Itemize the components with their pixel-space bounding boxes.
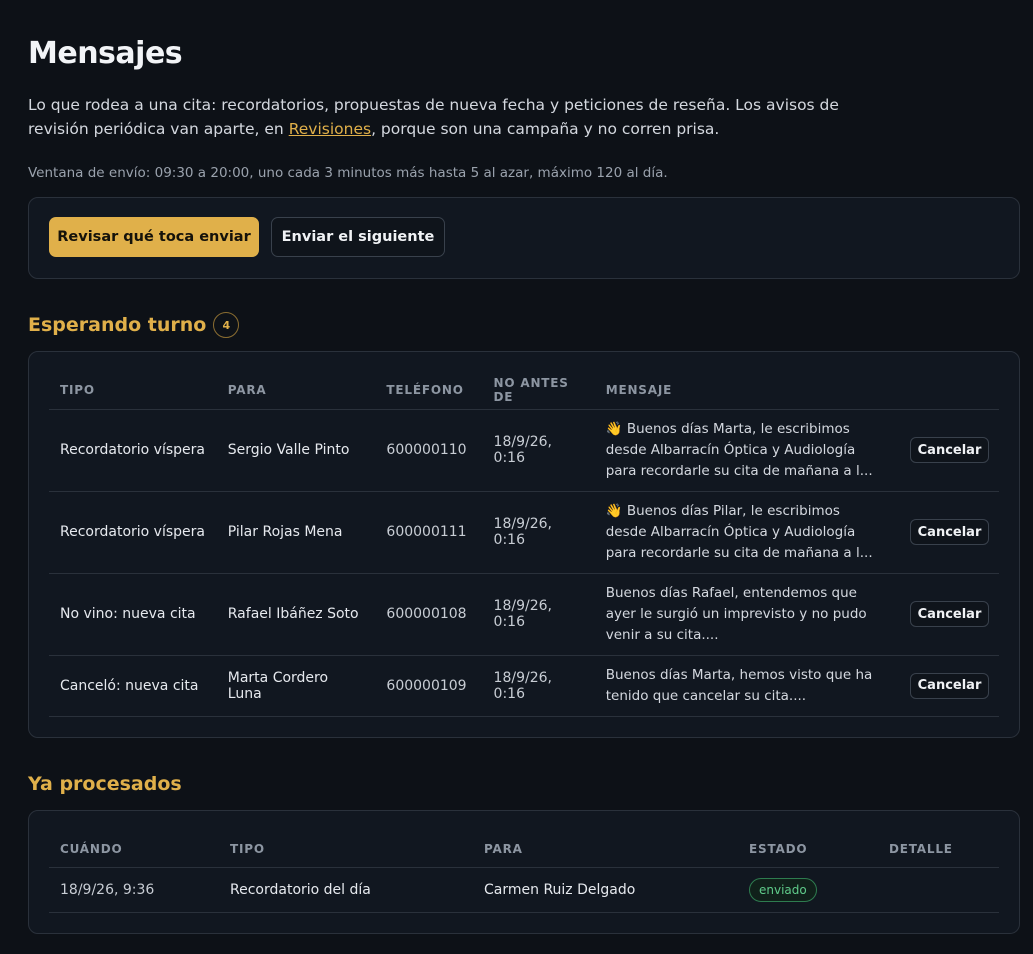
page-intro: Lo que rodea a una cita: recordatorios, … xyxy=(28,93,858,141)
row-action: Cancelar xyxy=(897,573,999,656)
queue-title-text: Esperando turno xyxy=(28,314,207,336)
page-title: Mensajes xyxy=(28,36,183,71)
row-fecha: 18/9/26, 0:16 xyxy=(482,409,595,492)
col-mensaje: MENSAJE xyxy=(594,372,898,410)
col-tipo: TIPO xyxy=(49,372,217,410)
cancel-button[interactable]: Cancelar xyxy=(910,437,989,463)
queue-row: No vino: nueva cita Rafael Ibáñez Soto 6… xyxy=(49,573,999,656)
queue-count-badge: 4 xyxy=(213,312,240,338)
processed-card: CUÁNDO TIPO PARA ESTADO DETALLE 18/9/26,… xyxy=(28,809,1020,934)
col-telefono: TELÉFONO xyxy=(375,372,483,410)
row-tipo: Recordatorio víspera xyxy=(49,491,217,574)
row-mensaje: Buenos días Marta, hemos visto que ha te… xyxy=(594,655,898,717)
row-fecha: 18/9/26, 0:16 xyxy=(482,573,595,656)
row-para: Carmen Ruiz Delgado xyxy=(473,867,738,913)
row-cuando: 18/9/26, 9:36 xyxy=(49,867,219,913)
actions-card: Revisar qué toca enviar Enviar el siguie… xyxy=(28,197,1020,279)
processed-section-header: Ya procesados xyxy=(28,770,1020,798)
row-para: Pilar Rojas Mena xyxy=(216,491,376,574)
queue-row: Canceló: nueva cita Marta Cordero Luna 6… xyxy=(49,655,999,717)
row-para: Sergio Valle Pinto xyxy=(216,409,376,492)
processed-header-row: CUÁNDO TIPO PARA ESTADO DETALLE xyxy=(49,830,999,868)
cancel-button[interactable]: Cancelar xyxy=(910,601,989,627)
col-para: PARA xyxy=(216,372,376,410)
processed-title: Ya procesados xyxy=(28,772,182,795)
row-tipo: No vino: nueva cita xyxy=(49,573,217,656)
send-next-button[interactable]: Enviar el siguiente xyxy=(271,217,445,257)
col-cuando: CUÁNDO xyxy=(49,830,219,868)
col-tipo: TIPO xyxy=(219,830,473,868)
col-para: PARA xyxy=(473,830,738,868)
status-badge: enviado xyxy=(749,878,817,902)
cancel-button[interactable]: Cancelar xyxy=(910,519,989,545)
queue-card: TIPO PARA TELÉFONO NO ANTES DE MENSAJE R… xyxy=(28,351,1020,738)
row-action: Cancelar xyxy=(897,655,999,717)
send-window-note: Ventana de envío: 09:30 a 20:00, uno cad… xyxy=(28,165,668,181)
queue-row: Recordatorio víspera Pilar Rojas Mena 60… xyxy=(49,491,999,574)
row-estado: enviado xyxy=(738,867,878,913)
col-detalle: DETALLE xyxy=(878,830,999,868)
row-fecha: 18/9/26, 0:16 xyxy=(482,491,595,574)
row-mensaje: 👋 Buenos días Marta, le escribimos desde… xyxy=(594,409,898,492)
col-estado: ESTADO xyxy=(738,830,878,868)
queue-row: Recordatorio víspera Sergio Valle Pinto … xyxy=(49,409,999,492)
intro-text-end: , porque son una campaña y no corren pri… xyxy=(371,120,720,138)
messages-page: Mensajes Lo que rodea a una cita: record… xyxy=(0,0,1033,934)
row-tipo: Recordatorio del día xyxy=(219,867,473,913)
cancel-button[interactable]: Cancelar xyxy=(910,672,989,699)
queue-title: Esperando turno 4 xyxy=(28,312,240,338)
row-tipo: Canceló: nueva cita xyxy=(49,655,217,717)
queue-table: TIPO PARA TELÉFONO NO ANTES DE MENSAJE R… xyxy=(49,372,999,717)
queue-section-header: Esperando turno 4 xyxy=(28,311,1020,339)
row-tipo: Recordatorio víspera xyxy=(49,409,217,492)
processed-row: 18/9/26, 9:36 Recordatorio del día Carme… xyxy=(49,867,999,913)
row-telefono: 600000111 xyxy=(375,491,483,574)
processed-table: CUÁNDO TIPO PARA ESTADO DETALLE 18/9/26,… xyxy=(49,830,999,913)
row-para: Marta Cordero Luna xyxy=(216,655,376,717)
row-telefono: 600000110 xyxy=(375,409,483,492)
row-mensaje: Buenos días Rafael, entendemos que ayer … xyxy=(594,573,898,656)
row-mensaje: 👋 Buenos días Pilar, le escribimos desde… xyxy=(594,491,898,574)
row-telefono: 600000109 xyxy=(375,655,483,717)
row-telefono: 600000108 xyxy=(375,573,483,656)
row-action: Cancelar xyxy=(897,491,999,574)
row-para: Rafael Ibáñez Soto xyxy=(216,573,376,656)
review-button[interactable]: Revisar qué toca enviar xyxy=(49,217,259,257)
col-no-antes-de: NO ANTES DE xyxy=(482,372,595,410)
row-fecha: 18/9/26, 0:16 xyxy=(482,655,595,717)
row-detalle xyxy=(878,867,999,913)
revisiones-link[interactable]: Revisiones xyxy=(289,120,371,138)
row-action: Cancelar xyxy=(897,409,999,492)
col-action xyxy=(897,372,999,410)
queue-header-row: TIPO PARA TELÉFONO NO ANTES DE MENSAJE xyxy=(49,372,999,410)
